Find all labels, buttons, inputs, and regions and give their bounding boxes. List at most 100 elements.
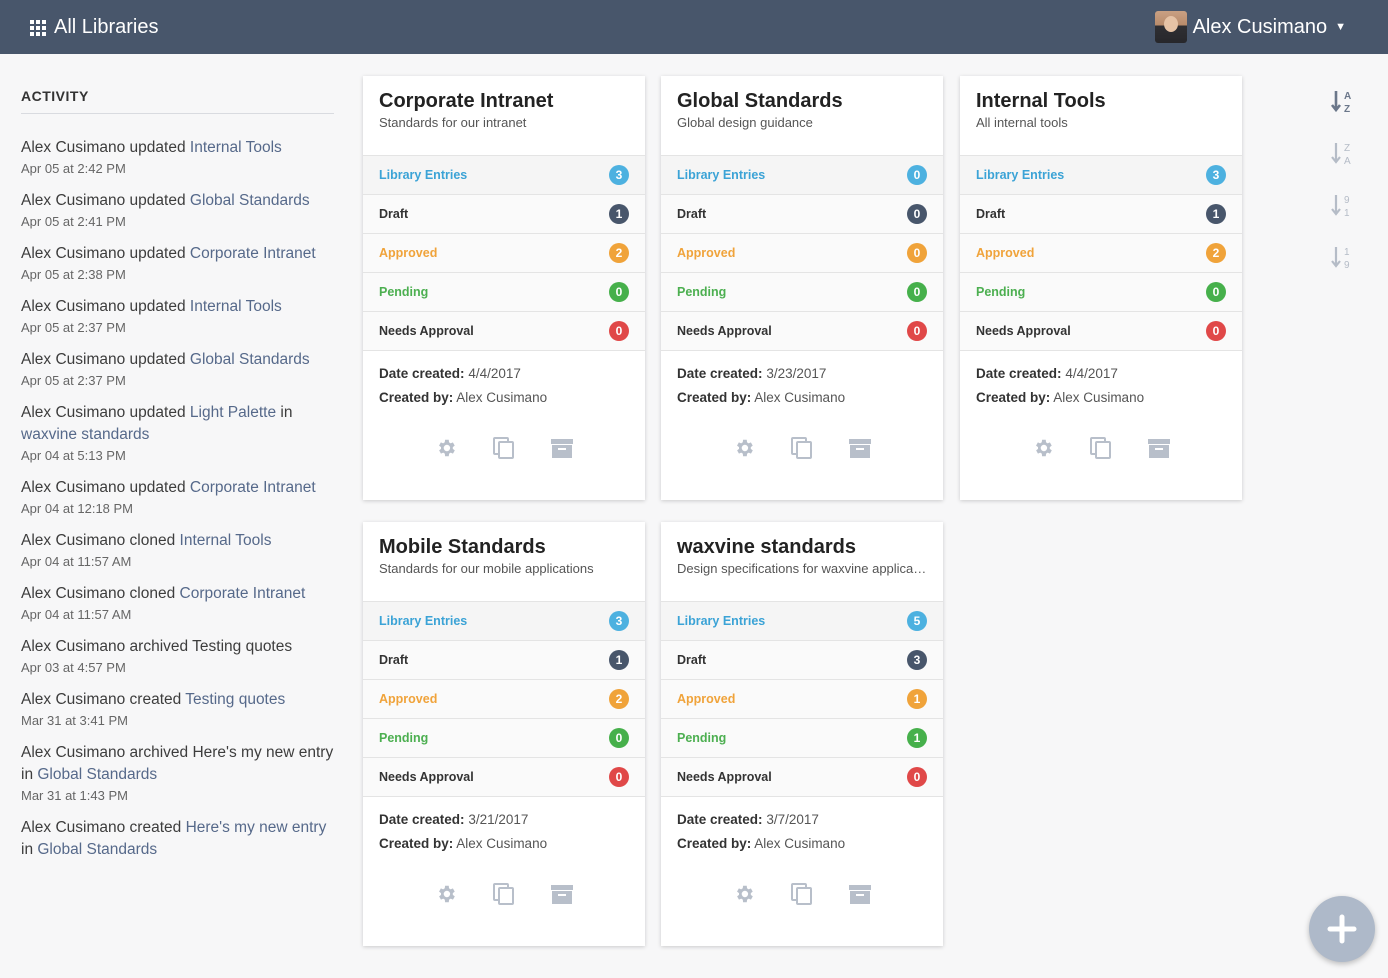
archive-icon xyxy=(550,882,574,911)
activity-library-link[interactable]: Global Standards xyxy=(37,766,157,783)
settings-button[interactable] xyxy=(435,884,457,908)
copy-icon xyxy=(790,436,814,465)
pending-label: Pending xyxy=(677,731,727,745)
approved-row[interactable]: Approved 1 xyxy=(661,680,943,719)
settings-button[interactable] xyxy=(733,438,755,462)
settings-button[interactable] xyxy=(435,438,457,462)
draft-label: Draft xyxy=(976,207,1006,221)
activity-text: Alex Cusimano updated Global Standards xyxy=(21,349,334,371)
library-entries-row[interactable]: Library Entries 3 xyxy=(363,602,645,641)
date-created: Date created: 3/7/2017 xyxy=(677,808,927,832)
draft-label: Draft xyxy=(379,207,409,221)
library-entries-row[interactable]: Library Entries 0 xyxy=(661,156,943,195)
activity-library-link[interactable]: Global Standards xyxy=(190,351,310,368)
grid-icon xyxy=(30,19,48,36)
approved-row[interactable]: Approved 2 xyxy=(960,234,1242,273)
activity-text: Alex Cusimano updated Global Standards xyxy=(21,190,334,212)
needs-approval-row[interactable]: Needs Approval 0 xyxy=(960,312,1242,351)
draft-count-badge: 0 xyxy=(907,204,927,224)
library-entries-row[interactable]: Library Entries 3 xyxy=(363,156,645,195)
add-library-button[interactable] xyxy=(1309,896,1375,962)
sort-z-a-button[interactable]: Z A xyxy=(1330,140,1358,168)
copy-icon xyxy=(492,882,516,911)
needs-approval-row[interactable]: Needs Approval 0 xyxy=(661,758,943,797)
gear-icon xyxy=(1032,437,1054,464)
svg-text:A: A xyxy=(1344,91,1351,102)
library-entries-label: Library Entries xyxy=(379,614,468,628)
card-actions xyxy=(661,436,943,465)
needs-approval-row[interactable]: Needs Approval 0 xyxy=(363,312,645,351)
library-title[interactable]: Internal Tools xyxy=(976,88,1226,114)
approved-row[interactable]: Approved 2 xyxy=(363,234,645,273)
settings-button[interactable] xyxy=(1032,438,1054,462)
activity-library-link[interactable]: Corporate Intranet xyxy=(180,585,306,602)
pending-row[interactable]: Pending 0 xyxy=(661,273,943,312)
activity-item: Alex Cusimano updated Internal Tools Apr … xyxy=(21,296,334,337)
draft-row[interactable]: Draft 1 xyxy=(363,641,645,680)
activity-timestamp: Apr 04 at 11:57 AM xyxy=(21,607,132,622)
activity-item: Alex Cusimano cloned Corporate Intranet A… xyxy=(21,583,334,624)
approved-row[interactable]: Approved 2 xyxy=(363,680,645,719)
activity-library-link[interactable]: Corporate Intranet xyxy=(190,245,316,262)
date-created-value: 3/7/2017 xyxy=(766,812,819,827)
user-menu[interactable]: Alex Cusimano ▼ xyxy=(1154,11,1346,43)
activity-library-link[interactable]: Global Standards xyxy=(37,841,157,858)
archive-button[interactable] xyxy=(1148,438,1170,462)
draft-row[interactable]: Draft 0 xyxy=(661,195,943,234)
activity-text: Alex Cusimano updated Internal Tools xyxy=(21,296,334,318)
draft-label: Draft xyxy=(379,653,409,667)
all-libraries-button[interactable]: All Libraries xyxy=(30,14,158,40)
archive-button[interactable] xyxy=(551,438,573,462)
clone-button[interactable] xyxy=(791,882,813,908)
clone-button[interactable] xyxy=(493,436,515,462)
activity-action: Alex Cusimano updated xyxy=(21,192,190,209)
activity-library-link[interactable]: Light Palette xyxy=(190,404,276,421)
activity-timestamp: Apr 05 at 2:37 PM xyxy=(21,320,126,335)
card-header: Internal Tools All internal tools xyxy=(960,76,1242,156)
library-entries-label: Library Entries xyxy=(677,168,766,182)
activity-text: Alex Cusimano cloned Internal Tools xyxy=(21,530,334,552)
approved-row[interactable]: Approved 0 xyxy=(661,234,943,273)
activity-text: Alex Cusimano updated Corporate Intranet xyxy=(21,477,334,499)
activity-library-link[interactable]: Internal Tools xyxy=(180,532,272,549)
activity-library-link[interactable]: Corporate Intranet xyxy=(190,479,316,496)
sort-9-1-button[interactable]: 9 1 xyxy=(1330,192,1358,220)
activity-library-link[interactable]: Internal Tools xyxy=(190,139,282,156)
clone-button[interactable] xyxy=(1090,436,1112,462)
pending-row[interactable]: Pending 1 xyxy=(661,719,943,758)
pending-row[interactable]: Pending 0 xyxy=(363,719,645,758)
archive-button[interactable] xyxy=(849,438,871,462)
library-card: waxvine standards Design specifications f… xyxy=(661,522,943,946)
sort-a-z-button[interactable]: A Z xyxy=(1330,88,1358,116)
archive-button[interactable] xyxy=(551,884,573,908)
pending-row[interactable]: Pending 0 xyxy=(363,273,645,312)
approved-label: Approved xyxy=(976,246,1035,260)
library-title[interactable]: waxvine standards xyxy=(677,534,927,560)
needs-approval-row[interactable]: Needs Approval 0 xyxy=(661,312,943,351)
library-entries-row[interactable]: Library Entries 3 xyxy=(960,156,1242,195)
svg-text:9: 9 xyxy=(1344,195,1350,206)
activity-library-link[interactable]: Testing quotes xyxy=(185,691,285,708)
clone-button[interactable] xyxy=(790,436,814,465)
clone-button[interactable] xyxy=(492,882,516,911)
library-title[interactable]: Corporate Intranet xyxy=(379,88,629,114)
sort-1-9-button[interactable]: 1 9 xyxy=(1330,244,1358,272)
settings-button[interactable] xyxy=(733,884,755,908)
draft-row[interactable]: Draft 1 xyxy=(960,195,1242,234)
activity-timestamp: Apr 05 at 2:38 PM xyxy=(21,267,126,282)
date-created: Date created: 3/21/2017 xyxy=(379,808,629,832)
library-title[interactable]: Mobile Standards xyxy=(379,534,629,560)
activity-library-link[interactable]: waxvine standards xyxy=(21,426,149,443)
library-card: Corporate Intranet Standards for our intr… xyxy=(363,76,645,500)
draft-row[interactable]: Draft 1 xyxy=(363,195,645,234)
archive-button[interactable] xyxy=(849,884,871,908)
gear-icon xyxy=(733,883,755,910)
pending-row[interactable]: Pending 0 xyxy=(960,273,1242,312)
activity-library-link[interactable]: Here's my new entry xyxy=(186,819,327,836)
library-title[interactable]: Global Standards xyxy=(677,88,927,114)
needs-approval-row[interactable]: Needs Approval 0 xyxy=(363,758,645,797)
activity-library-link[interactable]: Global Standards xyxy=(190,192,310,209)
draft-row[interactable]: Draft 3 xyxy=(661,641,943,680)
library-entries-row[interactable]: Library Entries 5 xyxy=(661,602,943,641)
activity-library-link[interactable]: Internal Tools xyxy=(190,298,282,315)
